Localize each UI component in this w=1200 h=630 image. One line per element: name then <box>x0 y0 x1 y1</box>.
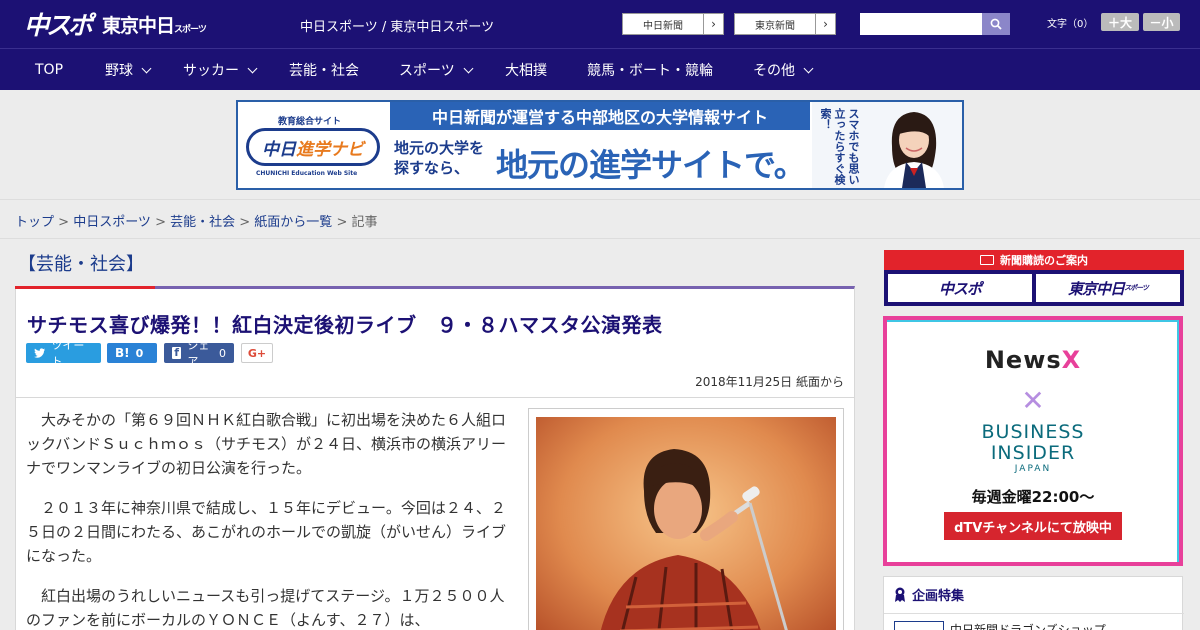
paragraph: ２０１３年に神奈川県で結成し、１５年にデビュー。今回は２４、２５日の２日間にわた… <box>26 499 507 565</box>
breadcrumb-current: 記事 <box>351 215 378 230</box>
site-logo[interactable]: 中スポ 東京中日スポーツ <box>24 8 207 40</box>
thumbnail[interactable] <box>894 621 944 630</box>
banner-right-panel: スマホでも思い立ったらすぐ検索！ <box>812 102 962 188</box>
shingaku-navi-logo: 中日 進学ナビ <box>246 128 380 166</box>
nav-entertainment[interactable]: 芸能・社会 <box>289 49 359 91</box>
banner-big-copy: 地元の進学サイトで。 <box>496 146 806 184</box>
tokyo-shimbun-link[interactable]: 東京新聞 › <box>734 13 836 35</box>
newsx-logo: NewsX <box>984 346 1082 374</box>
special-feature-item[interactable]: 中日新聞ドラゴンズショップ <box>950 621 1106 630</box>
chunichi-shimbun-link[interactable]: 中日新聞 › <box>622 13 724 35</box>
ad-newsx[interactable]: NewsX ✕ BUSINESS INSIDER JAPAN 毎週金曜22:00〜… <box>883 316 1183 566</box>
nav-soccer[interactable]: サッカー <box>183 49 258 91</box>
main-nav: TOP 野球 サッカー 芸能・社会 スポーツ 大相撲 競馬・ボート・競輪 その他 <box>0 48 1200 90</box>
top-header: 中スポ 東京中日スポーツ 中日スポーツ / 東京中日スポーツ 中日新聞 › 東京… <box>0 0 1200 48</box>
ad-banner-shingaku-navi[interactable]: 教育総合サイト 中日 進学ナビ CHUNICHI Education Web Si… <box>236 100 964 190</box>
banner-lead: 地元の大学を探すなら、 <box>394 139 485 177</box>
model-photo <box>870 106 954 188</box>
breadcrumb-entertainment[interactable]: 芸能・社会 <box>170 215 235 230</box>
article-photo[interactable] <box>536 417 836 630</box>
article-text: 大みそかの「第６９回ＮＨＫ紅白歌合戦」に初出場を決めた６人組ロックバンドＳｕｃｈ… <box>26 408 514 630</box>
subscription-header: 新聞購読のご案内 <box>884 250 1184 270</box>
ribbon-icon <box>895 587 905 602</box>
chevron-down-icon <box>247 63 258 73</box>
font-larger-button[interactable]: ＋大 <box>1101 13 1139 31</box>
divider <box>0 238 1200 239</box>
chevron-down-icon <box>803 63 814 73</box>
banner-headline: 中日新聞が運営する中部地区の大学情報サイト <box>390 102 810 130</box>
special-features-header: 企画特集 <box>894 585 964 604</box>
hatena-icon: B! <box>115 346 130 360</box>
subscribe-tokyo-chunichi-button[interactable]: 東京中日 スポーツ <box>1036 274 1180 302</box>
nav-sumo[interactable]: 大相撲 <box>505 49 547 91</box>
breadcrumb-top[interactable]: トップ <box>15 215 54 230</box>
font-size-label: 文字（0） <box>1047 19 1094 30</box>
google-plus-button[interactable]: G+ <box>241 343 273 363</box>
subscription-box: 新聞購読のご案内 中スポ 東京中日 スポーツ <box>884 250 1184 306</box>
twitter-icon <box>34 348 46 358</box>
tweet-button[interactable]: ツイート <box>26 339 101 368</box>
search-icon <box>990 18 1002 30</box>
chevron-right-icon: › <box>815 14 835 34</box>
article-date: 2018年11月25日 紙面から <box>695 375 844 389</box>
banner-vertical-copy: スマホでも思い立ったらすぐ検索！ <box>819 108 860 185</box>
ad-schedule: 毎週金曜22:00〜 <box>971 488 1095 506</box>
search-button[interactable] <box>982 13 1010 35</box>
breadcrumb-paper-list[interactable]: 紙面から一覧 <box>254 215 332 230</box>
nav-keiba[interactable]: 競馬・ボート・競輪 <box>587 49 713 91</box>
article-body: 大みそかの「第６９回ＮＨＫ紅白歌合戦」に初出場を決めた６人組ロックバンドＳｕｃｈ… <box>15 398 855 630</box>
nav-others[interactable]: その他 <box>753 49 814 91</box>
facebook-icon: f <box>172 346 182 359</box>
article-photo-frame <box>528 408 844 630</box>
paragraph: 大みそかの「第６９回ＮＨＫ紅白歌合戦」に初出場を決めた６人組ロックバンドＳｕｃｈ… <box>26 411 507 477</box>
newspaper-icon <box>980 255 994 265</box>
article-title: サチモス喜び爆発！！紅白決定後初ライブ ９・８ハマスタ公演発表 <box>27 313 663 337</box>
cross-icon: ✕ <box>1021 384 1045 417</box>
nav-sports[interactable]: スポーツ <box>399 49 474 91</box>
article-header: サチモス喜び爆発！！紅白決定後初ライブ ９・８ハマスタ公演発表 ツイート B! … <box>15 286 855 398</box>
hatena-bookmark-button[interactable]: B! 0 <box>107 343 157 363</box>
paragraph: 紅白出場のうれしいニュースも引っ提げてステージ。１万２５００人のファンを前にボー… <box>26 587 505 629</box>
facebook-share-button[interactable]: f シェア 0 <box>164 339 234 368</box>
chevron-down-icon <box>141 63 152 73</box>
search-input[interactable] <box>860 13 982 35</box>
logo-tokyo-chunichi: 東京中日スポーツ <box>102 14 207 37</box>
google-plus-icon: G+ <box>247 346 267 360</box>
special-features-box: 企画特集 中日新聞ドラゴンズショップ <box>883 576 1184 630</box>
banner-logo: 教育総合サイト 中日 進学ナビ CHUNICHI Education Web Si… <box>242 110 382 184</box>
logo-chuspo: 中スポ <box>24 11 93 40</box>
dtv-button[interactable]: dTVチャンネルにて放映中 <box>944 512 1122 540</box>
nav-baseball[interactable]: 野球 <box>105 49 152 91</box>
business-insider-logo: BUSINESS INSIDER <box>981 421 1085 464</box>
chevron-down-icon <box>463 63 474 73</box>
banner-area: 教育総合サイト 中日 進学ナビ CHUNICHI Education Web Si… <box>0 90 1200 200</box>
subscribe-chuspo-button[interactable]: 中スポ <box>888 274 1032 302</box>
nav-top[interactable]: TOP <box>35 49 63 91</box>
breadcrumb: トップ > 中日スポーツ > 芸能・社会 > 紙面から一覧 > 記事 <box>15 215 378 230</box>
site-tagline[interactable]: 中日スポーツ / 東京中日スポーツ <box>300 16 494 35</box>
font-smaller-button[interactable]: －小 <box>1143 13 1180 31</box>
category-title: 【芸能・社会】 <box>18 254 144 275</box>
breadcrumb-chunichi-sports[interactable]: 中日スポーツ <box>73 215 151 230</box>
chevron-right-icon: › <box>703 14 723 34</box>
